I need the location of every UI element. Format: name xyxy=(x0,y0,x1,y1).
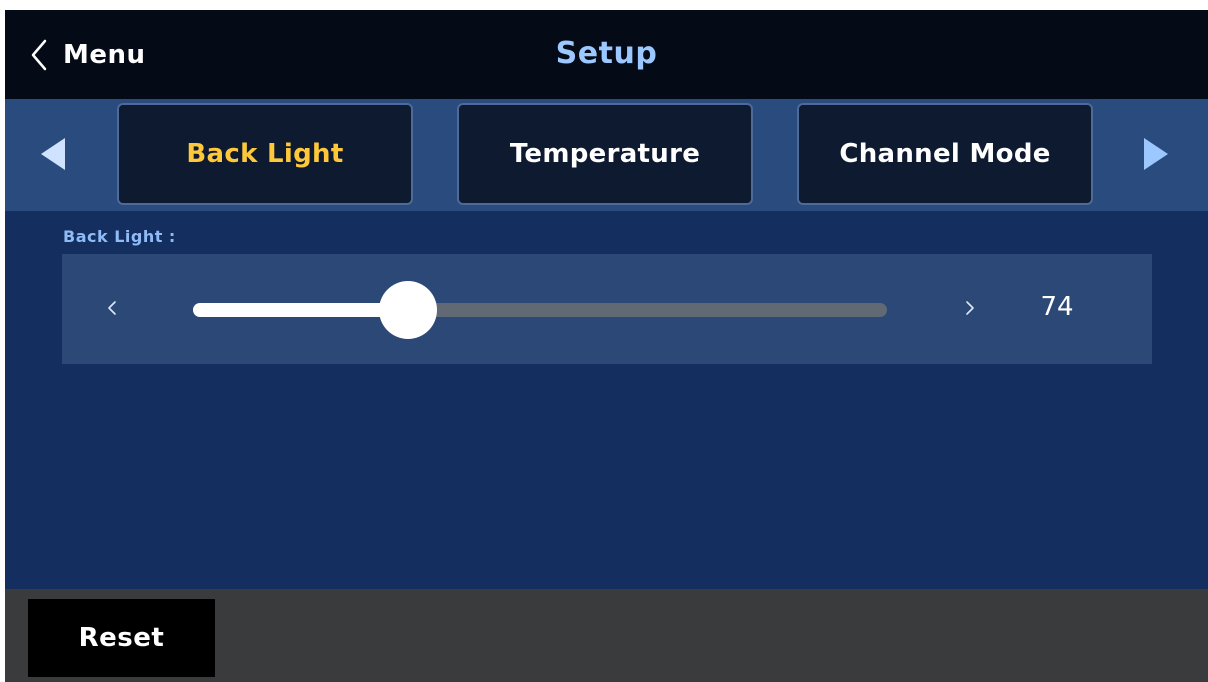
chevron-right-icon[interactable] xyxy=(962,294,978,322)
header-bar: Menu Setup xyxy=(5,10,1208,99)
setup-screen: Menu Setup Back Light Temperature Channe… xyxy=(5,10,1208,682)
back-light-slider-panel: 74 xyxy=(62,254,1152,364)
chevron-left-icon[interactable] xyxy=(104,294,120,322)
tab-temperature[interactable]: Temperature xyxy=(457,103,753,205)
tab-back-light[interactable]: Back Light xyxy=(117,103,413,205)
triangle-right-icon[interactable] xyxy=(1144,138,1168,170)
reset-button[interactable]: Reset xyxy=(28,599,215,677)
triangle-left-icon[interactable] xyxy=(41,138,65,170)
slider-fill xyxy=(193,303,408,317)
tab-channel-mode[interactable]: Channel Mode xyxy=(797,103,1093,205)
slider-thumb[interactable] xyxy=(379,281,437,339)
back-light-slider[interactable] xyxy=(193,281,887,339)
footer-bar: Reset xyxy=(5,589,1208,682)
page-title: Setup xyxy=(555,36,658,71)
tab-strip: Back Light Temperature Channel Mode xyxy=(5,99,1208,211)
back-light-label: Back Light : xyxy=(63,227,176,246)
back-light-value: 74 xyxy=(1040,292,1074,322)
